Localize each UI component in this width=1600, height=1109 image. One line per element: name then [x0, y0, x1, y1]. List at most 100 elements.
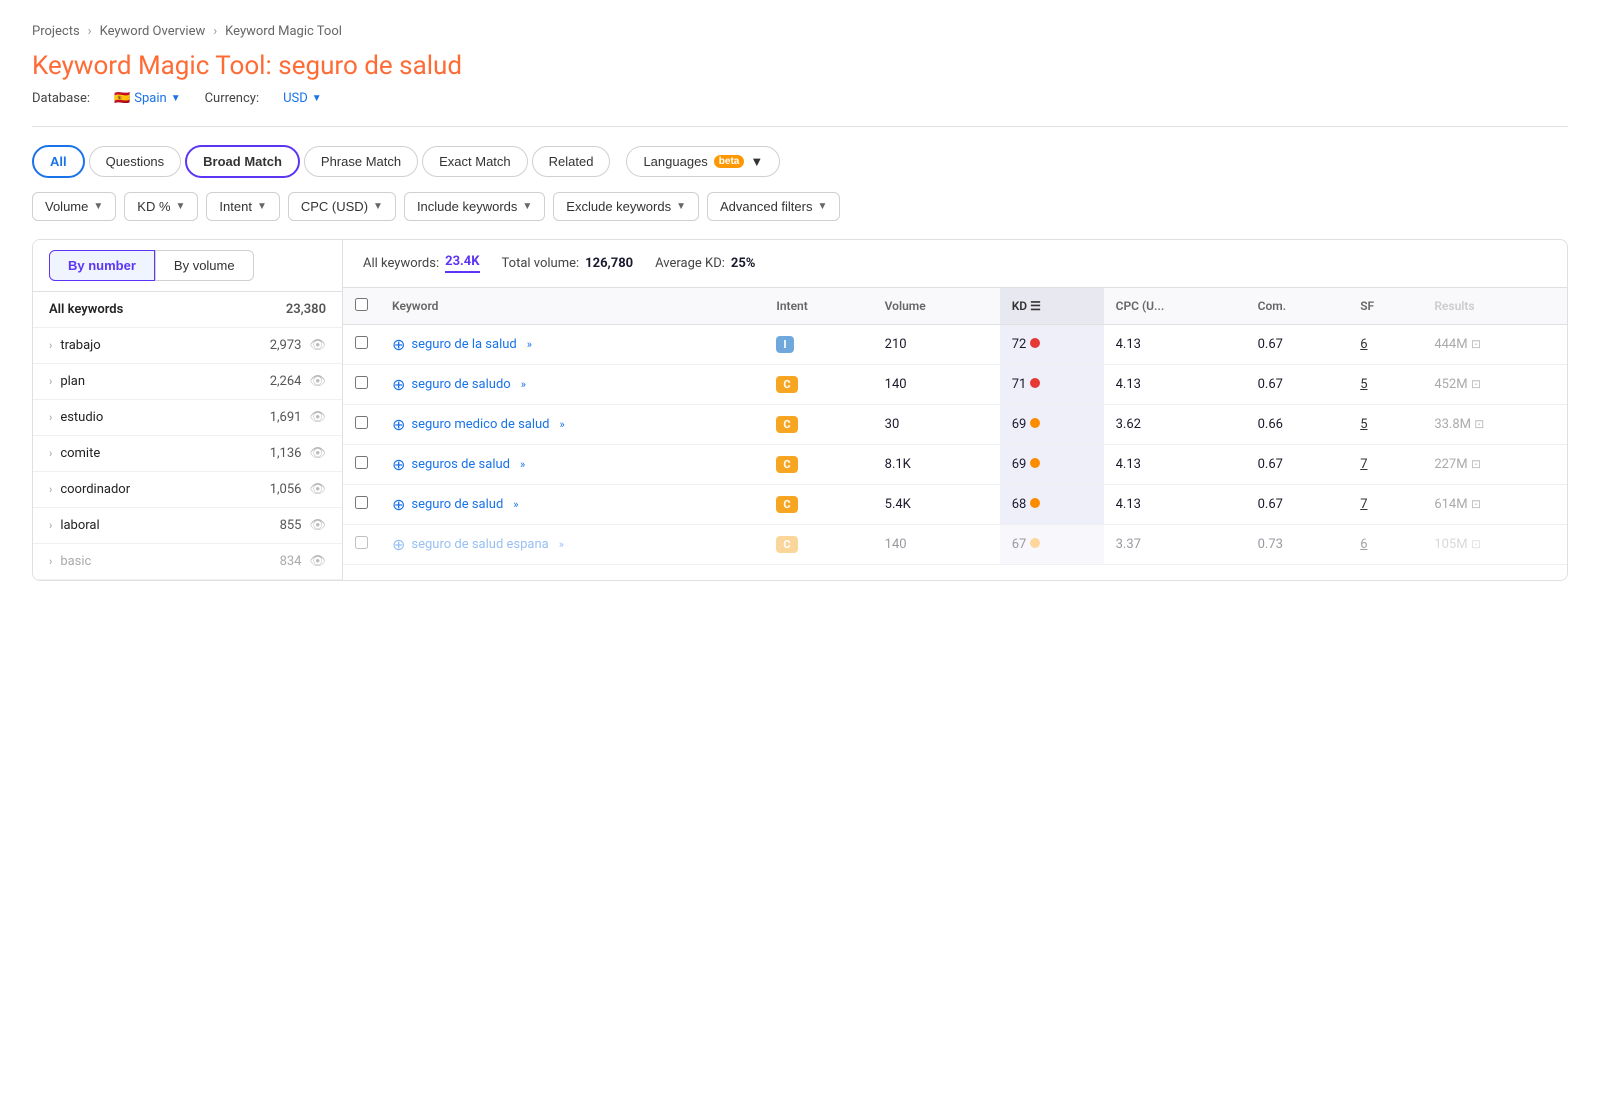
volume-cell: 5.4K — [873, 485, 1000, 525]
tab-broad-match[interactable]: Broad Match — [185, 145, 300, 178]
tab-questions[interactable]: Questions — [89, 146, 182, 177]
keyword-link[interactable]: seguro de salud espana — [411, 537, 548, 552]
page-title: Keyword Magic Tool: seguro de salud — [32, 51, 1568, 81]
table-header-row: Keyword Intent Volume KD ☰ CPC (U... Com… — [343, 288, 1567, 325]
navigate-icon[interactable]: » — [520, 458, 525, 471]
sf-cell: 5 — [1348, 405, 1422, 445]
keyword-link[interactable]: seguro medico de salud — [411, 417, 549, 432]
sidebar-item-estudio[interactable]: › estudio 1,691 👁 — [33, 400, 342, 436]
include-keywords-filter[interactable]: Include keywords ▼ — [404, 192, 545, 221]
sidebar-item-trabajo[interactable]: › trabajo 2,973 👁 — [33, 328, 342, 364]
export-icon[interactable]: ⊡ — [1471, 377, 1481, 391]
export-icon[interactable]: ⊡ — [1471, 457, 1481, 471]
com-cell: 0.67 — [1246, 365, 1349, 405]
volume-cell: 30 — [873, 405, 1000, 445]
keyword-link[interactable]: seguro de saludo — [411, 377, 510, 392]
export-icon[interactable]: ⊡ — [1471, 537, 1481, 551]
filter-row: Volume ▼ KD % ▼ Intent ▼ CPC (USD) ▼ Inc… — [32, 192, 1568, 221]
sidebar-item-plan[interactable]: › plan 2,264 👁 — [33, 364, 342, 400]
tab-phrase-match[interactable]: Phrase Match — [304, 146, 418, 177]
table-summary: All keywords: 23.4K Total volume: 126,78… — [343, 240, 1567, 288]
table-row: ⊕ seguro medico de salud » C3069 3.620.6… — [343, 405, 1567, 445]
intent-filter[interactable]: Intent ▼ — [206, 192, 279, 221]
sf-cell: 6 — [1348, 525, 1422, 565]
tabs-row: All Questions Broad Match Phrase Match E… — [32, 145, 1568, 178]
volume-cell: 210 — [873, 325, 1000, 365]
table-row: ⊕ seguro de la salud » I21072 4.130.6764… — [343, 325, 1567, 365]
intent-cell: C — [764, 365, 872, 405]
toggle-by-number[interactable]: By number — [49, 250, 155, 281]
results-cell: 614M ⊡ — [1422, 485, 1567, 525]
row-checkbox[interactable] — [355, 336, 368, 349]
navigate-icon[interactable]: » — [559, 538, 564, 551]
intent-cell: C — [764, 445, 872, 485]
navigate-icon[interactable]: » — [521, 378, 526, 391]
keyword-link[interactable]: seguro de salud — [411, 497, 503, 512]
navigate-icon[interactable]: » — [527, 338, 532, 351]
sidebar-item-comite[interactable]: › comite 1,136 👁 — [33, 436, 342, 472]
sidebar-item-coordinador[interactable]: › coordinador 1,056 👁 — [33, 472, 342, 508]
keyword-cell: ⊕ seguro de saludo » — [380, 365, 764, 405]
db-currency-row: Database: 🇪🇸 Spain ▼ Currency: USD ▼ — [32, 91, 1568, 106]
kd-dot — [1030, 338, 1040, 348]
keyword-link[interactable]: seguros de salud — [411, 457, 510, 472]
th-checkbox[interactable] — [343, 288, 380, 325]
tab-all[interactable]: All — [32, 145, 85, 178]
sf-cell: 7 — [1348, 445, 1422, 485]
th-volume: Volume — [873, 288, 1000, 325]
tab-exact-match[interactable]: Exact Match — [422, 146, 528, 177]
th-kd[interactable]: KD ☰ — [1000, 288, 1104, 325]
tab-languages[interactable]: Languages beta ▼ — [626, 146, 780, 177]
select-all-checkbox[interactable] — [355, 298, 368, 311]
kd-cell: 68 — [1000, 485, 1104, 525]
add-keyword-icon[interactable]: ⊕ — [392, 495, 405, 514]
row-checkbox[interactable] — [355, 416, 368, 429]
add-keyword-icon[interactable]: ⊕ — [392, 375, 405, 394]
kd-cell: 69 — [1000, 405, 1104, 445]
currency-dropdown[interactable]: USD ▼ — [283, 91, 322, 106]
volume-filter[interactable]: Volume ▼ — [32, 192, 116, 221]
table-row: ⊕ seguros de salud » C8.1K69 4.130.67722… — [343, 445, 1567, 485]
table-row: ⊕ seguro de saludo » C14071 4.130.675452… — [343, 365, 1567, 405]
keyword-cell: ⊕ seguro de salud espana » — [380, 525, 764, 565]
export-icon[interactable]: ⊡ — [1474, 417, 1484, 431]
keyword-cell: ⊕ seguros de salud » — [380, 445, 764, 485]
results-cell: 227M ⊡ — [1422, 445, 1567, 485]
breadcrumb-keyword-overview[interactable]: Keyword Overview — [100, 24, 206, 39]
sf-cell: 6 — [1348, 325, 1422, 365]
tab-related[interactable]: Related — [532, 146, 611, 177]
sidebar-item-all[interactable]: All keywords 23,380 — [33, 292, 342, 328]
exclude-keywords-filter[interactable]: Exclude keywords ▼ — [553, 192, 699, 221]
add-keyword-icon[interactable]: ⊕ — [392, 535, 405, 554]
sidebar-toggle: By number By volume — [33, 240, 342, 292]
cpc-filter[interactable]: CPC (USD) ▼ — [288, 192, 396, 221]
add-keyword-icon[interactable]: ⊕ — [392, 335, 405, 354]
cpc-cell: 3.62 — [1104, 405, 1246, 445]
add-keyword-icon[interactable]: ⊕ — [392, 455, 405, 474]
kd-filter[interactable]: KD % ▼ — [124, 192, 198, 221]
navigate-icon[interactable]: » — [560, 418, 565, 431]
com-cell: 0.67 — [1246, 485, 1349, 525]
results-cell: 452M ⊡ — [1422, 365, 1567, 405]
sidebar-item-laboral[interactable]: › laboral 855 👁 — [33, 508, 342, 544]
com-cell: 0.66 — [1246, 405, 1349, 445]
table-row: ⊕ seguro de salud » C5.4K68 4.130.677614… — [343, 485, 1567, 525]
row-checkbox[interactable] — [355, 536, 368, 549]
com-cell: 0.67 — [1246, 325, 1349, 365]
export-icon[interactable]: ⊡ — [1471, 497, 1481, 511]
kd-dot — [1030, 418, 1040, 428]
row-checkbox[interactable] — [355, 456, 368, 469]
toggle-by-volume[interactable]: By volume — [155, 250, 254, 281]
th-cpc: CPC (U... — [1104, 288, 1246, 325]
breadcrumb-projects[interactable]: Projects — [32, 24, 80, 39]
export-icon[interactable]: ⊡ — [1471, 337, 1481, 351]
row-checkbox[interactable] — [355, 496, 368, 509]
database-dropdown[interactable]: 🇪🇸 Spain ▼ — [114, 91, 181, 106]
sidebar-item-basic[interactable]: › basic 834 👁 — [33, 544, 342, 580]
advanced-filters[interactable]: Advanced filters ▼ — [707, 192, 840, 221]
add-keyword-icon[interactable]: ⊕ — [392, 415, 405, 434]
cpc-cell: 4.13 — [1104, 365, 1246, 405]
keyword-link[interactable]: seguro de la salud — [411, 337, 516, 352]
row-checkbox[interactable] — [355, 376, 368, 389]
navigate-icon[interactable]: » — [513, 498, 518, 511]
